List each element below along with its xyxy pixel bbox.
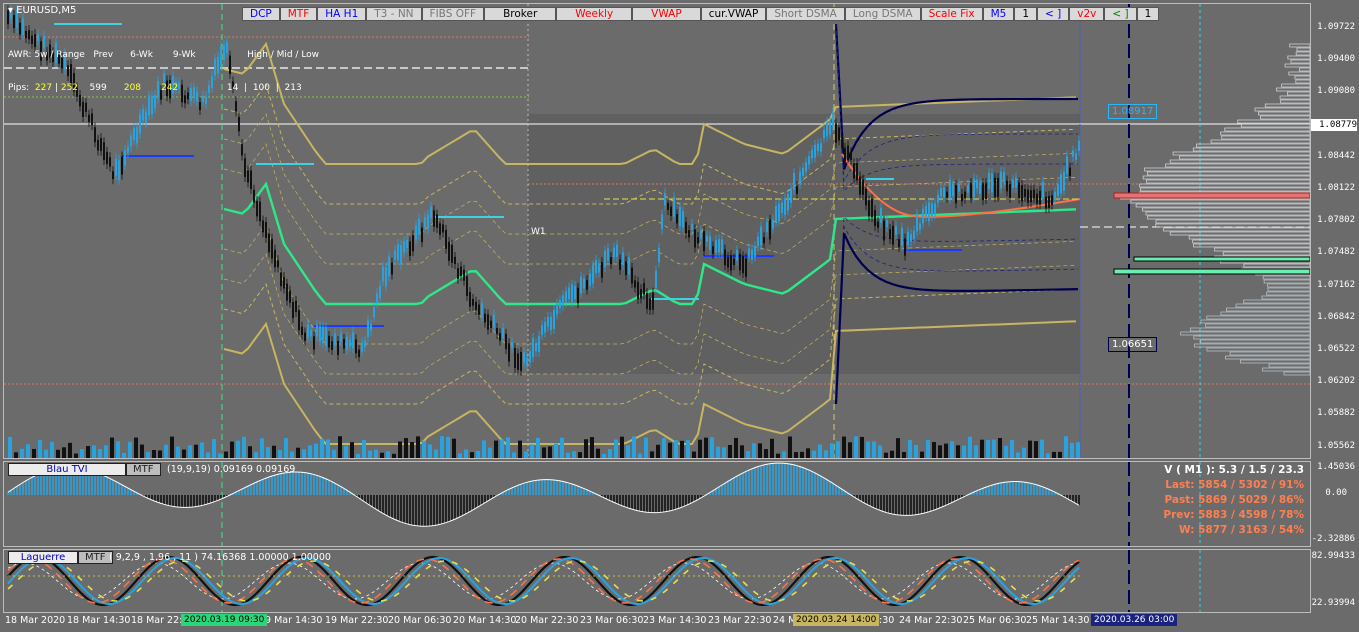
awr-panel: AWR: 5w / Range Prev 6-Wk 9-Wk High / Mi… [8, 28, 319, 116]
toolbar-button-16[interactable]: < ] [1104, 7, 1137, 21]
volume-profile [1113, 43, 1310, 376]
toolbar-button-13[interactable]: 1 [1014, 7, 1038, 21]
stats-w: W: 5877 / 3163 / 54% [1179, 524, 1304, 536]
toolbar-button-11[interactable]: Scale Fix [920, 7, 983, 21]
laguerre-pane[interactable]: Laguerre MTF ( 9,2,9 , 1.96 , 11 ) 74.16… [3, 549, 1311, 613]
stats-title: V ( M1 ): 5.3 / 1.5 / 23.3 [1164, 464, 1304, 476]
price-tick: 1.08442 [1317, 150, 1355, 161]
stats-prev: Prev: 5883 / 4598 / 78% [1163, 509, 1304, 521]
time-tick: 18 Mar 22:3 [131, 615, 189, 626]
toolbar-button-17[interactable]: 1 [1136, 7, 1160, 21]
stats-past: Past: 5869 / 5029 / 86% [1164, 494, 1305, 506]
w1-label: W1 [531, 227, 546, 237]
laguerre-params: ( 9,2,9 , 1.96 , 11 ) 74.16368 1.00000 1… [109, 552, 331, 563]
price-tick: 1.06522 [1317, 344, 1355, 354]
volume-bars [8, 436, 1080, 458]
dropdown-icon[interactable]: ▾ [8, 5, 16, 16]
session-range-box [528, 114, 1080, 374]
time-tick: 23 Mar 06:30 [580, 615, 644, 626]
time-tick: 24 Mar 22:30 [899, 615, 963, 626]
price-tick: 1.05882 [1317, 408, 1355, 419]
awr-values: Pips: 227 | 252 599 208 242 14 | 100 | 2… [8, 83, 302, 93]
price-tick: 1.07482 [1317, 247, 1355, 258]
time-highlight-blue: 2020.03.26 03:00 [1091, 614, 1178, 626]
price-tick: 1.09080 [1317, 86, 1355, 97]
toolbar-button-12[interactable]: M5 [982, 7, 1015, 21]
price-tick: 1.06842 [1317, 311, 1355, 322]
toolbar-button-9[interactable]: Short DSMA [766, 7, 845, 21]
toolbar: DCP MTF HA H1 T3 - NN FIBS OFF Broker Weekly VW… [242, 7, 1160, 21]
time-tick: 19 Mar 22:30 [325, 615, 389, 626]
toolbar-button-6[interactable]: Weekly [556, 7, 633, 21]
time-axis[interactable]: 18 Mar 2020 18 Mar 14:30 18 Mar 22:3 19 Mar… [3, 613, 1311, 632]
toolbar-button-5[interactable]: Broker [484, 7, 557, 21]
tvi-scale-top: 1.45036 [1317, 462, 1355, 472]
price-tick: 1.09400 [1317, 54, 1355, 65]
time-highlight-green: 2020.03.19 09:30 [181, 614, 268, 626]
toolbar-button-7[interactable]: VWAP [632, 7, 701, 21]
tvi-pane[interactable]: Blau TVI MTF (19,9,19) 0.09169 0.09169 V… [3, 461, 1311, 547]
awr-header: AWR: 5w / Range Prev 6-Wk 9-Wk High / Mi… [8, 50, 320, 60]
price-tick: 1.06202 [1317, 376, 1355, 387]
time-tick: 20 Mar 22:30 [515, 615, 579, 626]
tvi-params: (19,9,19) 0.09169 0.09169 [167, 464, 296, 475]
time-tick: 20 Mar 06:30 [388, 615, 452, 626]
time-tick: 19 Mar 14:30 [259, 615, 323, 626]
main-chart-pane[interactable]: DCP MTF HA H1 T3 - NN FIBS OFF Broker Weekly VW… [3, 3, 1311, 459]
lag-scale-top: 82.99433 [1311, 551, 1355, 561]
lower-price-box: 1.06651 [1108, 337, 1158, 352]
tvi-name-box[interactable]: Blau TVI [8, 463, 126, 476]
laguerre-mtf-box[interactable]: MTF [78, 551, 113, 564]
tvi-mtf-box[interactable]: MTF [126, 463, 161, 476]
toolbar-button-15[interactable]: v2v [1069, 7, 1105, 21]
price-tick: 1.07162 [1317, 279, 1355, 290]
time-tick: 23 Mar 22:30 [708, 615, 772, 626]
toolbar-button-0[interactable]: DCP [242, 7, 280, 21]
toolbar-button-14[interactable]: < ] [1037, 7, 1070, 21]
toolbar-button-10[interactable]: Long DSMA [844, 7, 921, 21]
symbol-label: ▾ EURUSD,M5 [8, 5, 76, 16]
time-highlight-yellow: 2020.03.24 14:00 [793, 614, 880, 626]
price-tick: 1.05562 [1317, 440, 1355, 451]
stats-last: Last: 5854 / 5302 / 91% [1165, 479, 1304, 491]
lag-scale-bot: 22.93994 [1311, 598, 1355, 608]
price-scale[interactable]: 1.09722 1.09400 1.09080 1.08779 1.08442 1.081… [1311, 0, 1359, 632]
price-tick: 1.08122 [1317, 183, 1355, 193]
toolbar-button-2[interactable]: HA H1 [317, 7, 367, 21]
toolbar-button-8[interactable]: cur.VWAP [700, 7, 767, 21]
time-tick: 20 Mar 14:30 [453, 615, 517, 626]
laguerre-name-box[interactable]: Laguerre [8, 551, 78, 564]
tvi-scale-mid: 0.00 [1325, 488, 1347, 498]
price-tick: 1.07802 [1317, 215, 1355, 226]
toolbar-button-1[interactable]: MTF [279, 7, 318, 21]
tvi-scale-bot: -2.32886 [1311, 534, 1355, 544]
price-tick: 1.09722 [1317, 22, 1355, 32]
toolbar-button-3[interactable]: T3 - NN [366, 7, 422, 21]
time-tick: 25 Mar 14:30 [1026, 615, 1090, 626]
time-tick: 23 Mar 14:30 [643, 615, 707, 626]
time-tick: 25 Mar 06:30 [963, 615, 1027, 626]
upper-price-box: 1.08917 [1108, 104, 1158, 119]
toolbar-button-4[interactable]: FIBS OFF [421, 7, 485, 21]
symbol-text: EURUSD,M5 [16, 5, 77, 16]
time-tick: 18 Mar 2020 [5, 615, 66, 626]
time-tick: 18 Mar 14:30 [67, 615, 131, 626]
current-price-tag: 1.08779 [1311, 119, 1357, 131]
